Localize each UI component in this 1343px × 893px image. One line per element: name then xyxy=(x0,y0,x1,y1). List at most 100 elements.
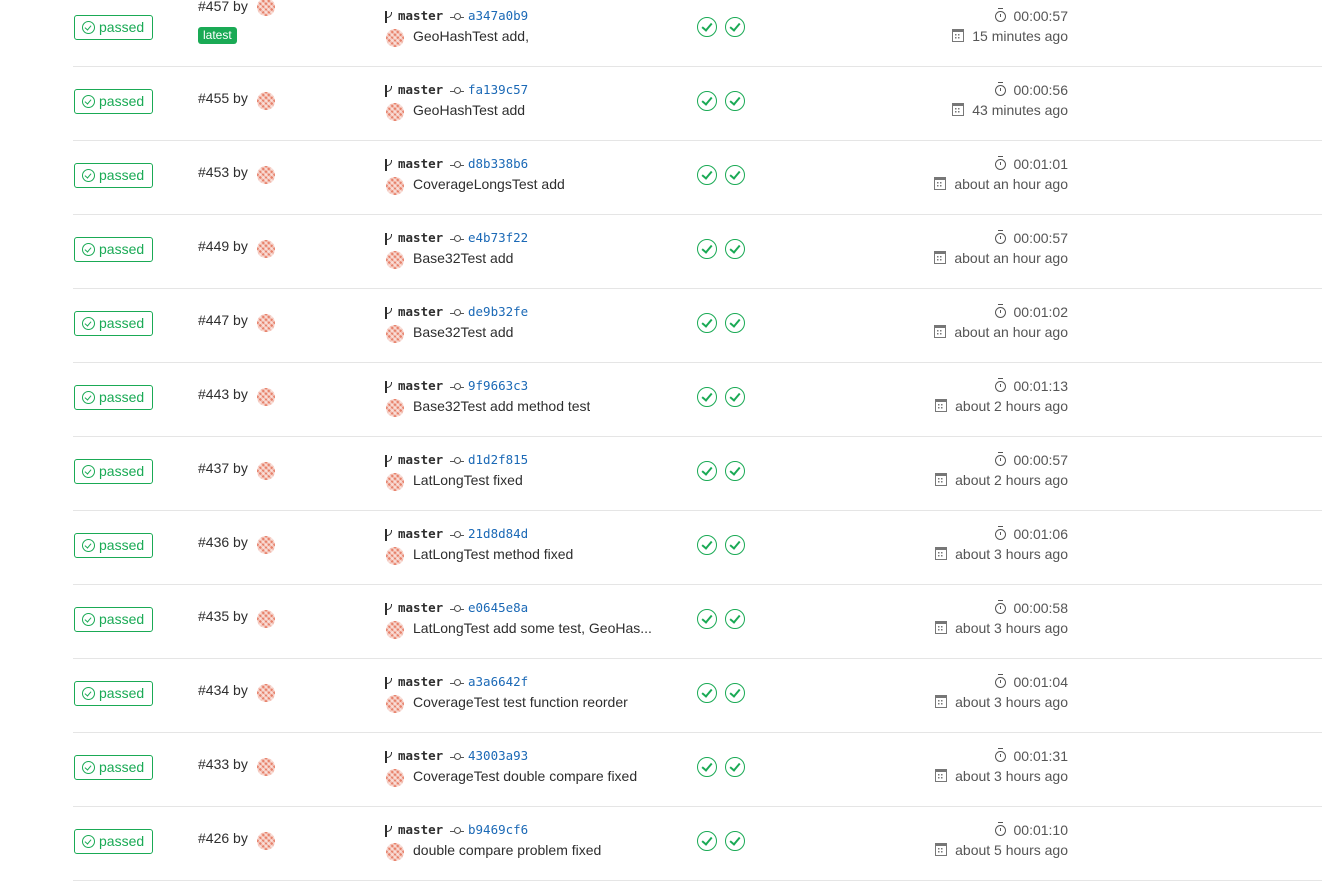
stage-passed-icon[interactable] xyxy=(697,165,717,185)
commit-sha-link[interactable]: e4b73f22 xyxy=(468,230,528,245)
pipeline-id-link[interactable]: #435 by xyxy=(198,608,248,624)
branch-link[interactable]: master xyxy=(398,378,443,393)
branch-link[interactable]: master xyxy=(398,230,443,245)
stage-passed-icon[interactable] xyxy=(697,313,717,333)
commit-message-link[interactable]: LatLongTest add some test, GeoHas... xyxy=(413,620,652,636)
pipeline-id-link[interactable]: #437 by xyxy=(198,460,248,476)
commit-message-link[interactable]: GeoHashTest add xyxy=(413,102,525,118)
stage-passed-icon[interactable] xyxy=(697,387,717,407)
commit-message-link[interactable]: CoverageLongsTest add xyxy=(413,176,565,192)
user-avatar[interactable] xyxy=(257,758,275,776)
stage-passed-icon[interactable] xyxy=(697,609,717,629)
status-badge-passed[interactable]: passed xyxy=(74,15,153,40)
pipeline-id-link[interactable]: #453 by xyxy=(198,164,248,180)
commit-author-avatar[interactable] xyxy=(386,547,404,565)
commit-sha-link[interactable]: b9469cf6 xyxy=(468,822,528,837)
commit-sha-link[interactable]: 43003a93 xyxy=(468,748,528,763)
status-badge-passed[interactable]: passed xyxy=(74,311,153,336)
commit-message-link[interactable]: double compare problem fixed xyxy=(413,842,601,858)
stage-passed-icon[interactable] xyxy=(725,461,745,481)
commit-message-link[interactable]: CoverageTest test function reorder xyxy=(413,694,628,710)
stage-passed-icon[interactable] xyxy=(697,535,717,555)
stage-passed-icon[interactable] xyxy=(697,683,717,703)
commit-author-avatar[interactable] xyxy=(386,29,404,47)
commit-sha-link[interactable]: 21d8d84d xyxy=(468,526,528,541)
branch-link[interactable]: master xyxy=(398,600,443,615)
stage-passed-icon[interactable] xyxy=(725,683,745,703)
status-badge-passed[interactable]: passed xyxy=(74,607,153,632)
commit-author-avatar[interactable] xyxy=(386,399,404,417)
user-avatar[interactable] xyxy=(257,92,275,110)
commit-message-link[interactable]: GeoHashTest add, xyxy=(413,28,529,44)
status-badge-passed[interactable]: passed xyxy=(74,237,153,262)
stage-passed-icon[interactable] xyxy=(697,461,717,481)
pipeline-id-link[interactable]: #457 by xyxy=(198,0,248,14)
commit-author-avatar[interactable] xyxy=(386,621,404,639)
user-avatar[interactable] xyxy=(257,610,275,628)
pipeline-id-link[interactable]: #434 by xyxy=(198,682,248,698)
stage-passed-icon[interactable] xyxy=(697,17,717,37)
pipeline-id-link[interactable]: #455 by xyxy=(198,90,248,106)
commit-sha-link[interactable]: 9f9663c3 xyxy=(468,378,528,393)
pipeline-id-link[interactable]: #426 by xyxy=(198,830,248,846)
user-avatar[interactable] xyxy=(257,240,275,258)
stage-passed-icon[interactable] xyxy=(725,313,745,333)
commit-message-link[interactable]: Base32Test add xyxy=(413,250,513,266)
status-badge-passed[interactable]: passed xyxy=(74,163,153,188)
stage-passed-icon[interactable] xyxy=(725,17,745,37)
pipeline-id-link[interactable]: #443 by xyxy=(198,386,248,402)
branch-link[interactable]: master xyxy=(398,748,443,763)
branch-link[interactable]: master xyxy=(398,452,443,467)
status-badge-passed[interactable]: passed xyxy=(74,681,153,706)
commit-message-link[interactable]: LatLongTest fixed xyxy=(413,472,523,488)
branch-link[interactable]: master xyxy=(398,674,443,689)
user-avatar[interactable] xyxy=(257,388,275,406)
commit-author-avatar[interactable] xyxy=(386,695,404,713)
status-badge-passed[interactable]: passed xyxy=(74,89,153,114)
stage-passed-icon[interactable] xyxy=(725,757,745,777)
stage-passed-icon[interactable] xyxy=(697,757,717,777)
commit-sha-link[interactable]: a3a6642f xyxy=(468,674,528,689)
branch-link[interactable]: master xyxy=(398,304,443,319)
stage-passed-icon[interactable] xyxy=(725,165,745,185)
commit-author-avatar[interactable] xyxy=(386,177,404,195)
user-avatar[interactable] xyxy=(257,536,275,554)
commit-author-avatar[interactable] xyxy=(386,843,404,861)
user-avatar[interactable] xyxy=(257,684,275,702)
user-avatar[interactable] xyxy=(257,166,275,184)
branch-link[interactable]: master xyxy=(398,822,443,837)
branch-link[interactable]: master xyxy=(398,8,443,23)
commit-author-avatar[interactable] xyxy=(386,325,404,343)
status-badge-passed[interactable]: passed xyxy=(74,385,153,410)
status-badge-passed[interactable]: passed xyxy=(74,829,153,854)
commit-message-link[interactable]: CoverageTest double compare fixed xyxy=(413,768,637,784)
stage-passed-icon[interactable] xyxy=(725,831,745,851)
commit-author-avatar[interactable] xyxy=(386,769,404,787)
stage-passed-icon[interactable] xyxy=(725,387,745,407)
stage-passed-icon[interactable] xyxy=(725,609,745,629)
stage-passed-icon[interactable] xyxy=(697,831,717,851)
commit-author-avatar[interactable] xyxy=(386,103,404,121)
commit-sha-link[interactable]: a347a0b9 xyxy=(468,8,528,23)
stage-passed-icon[interactable] xyxy=(697,91,717,111)
pipeline-id-link[interactable]: #433 by xyxy=(198,756,248,772)
commit-sha-link[interactable]: d1d2f815 xyxy=(468,452,528,467)
commit-sha-link[interactable]: d8b338b6 xyxy=(468,156,528,171)
commit-sha-link[interactable]: e0645e8a xyxy=(468,600,528,615)
commit-sha-link[interactable]: de9b32fe xyxy=(468,304,528,319)
user-avatar[interactable] xyxy=(257,462,275,480)
commit-author-avatar[interactable] xyxy=(386,473,404,491)
commit-message-link[interactable]: Base32Test add method test xyxy=(413,398,590,414)
commit-sha-link[interactable]: fa139c57 xyxy=(468,82,528,97)
stage-passed-icon[interactable] xyxy=(725,535,745,555)
commit-message-link[interactable]: Base32Test add xyxy=(413,324,513,340)
user-avatar[interactable] xyxy=(257,0,275,16)
status-badge-passed[interactable]: passed xyxy=(74,755,153,780)
status-badge-passed[interactable]: passed xyxy=(74,533,153,558)
stage-passed-icon[interactable] xyxy=(725,91,745,111)
branch-link[interactable]: master xyxy=(398,156,443,171)
pipeline-id-link[interactable]: #449 by xyxy=(198,238,248,254)
status-badge-passed[interactable]: passed xyxy=(74,459,153,484)
branch-link[interactable]: master xyxy=(398,82,443,97)
user-avatar[interactable] xyxy=(257,314,275,332)
